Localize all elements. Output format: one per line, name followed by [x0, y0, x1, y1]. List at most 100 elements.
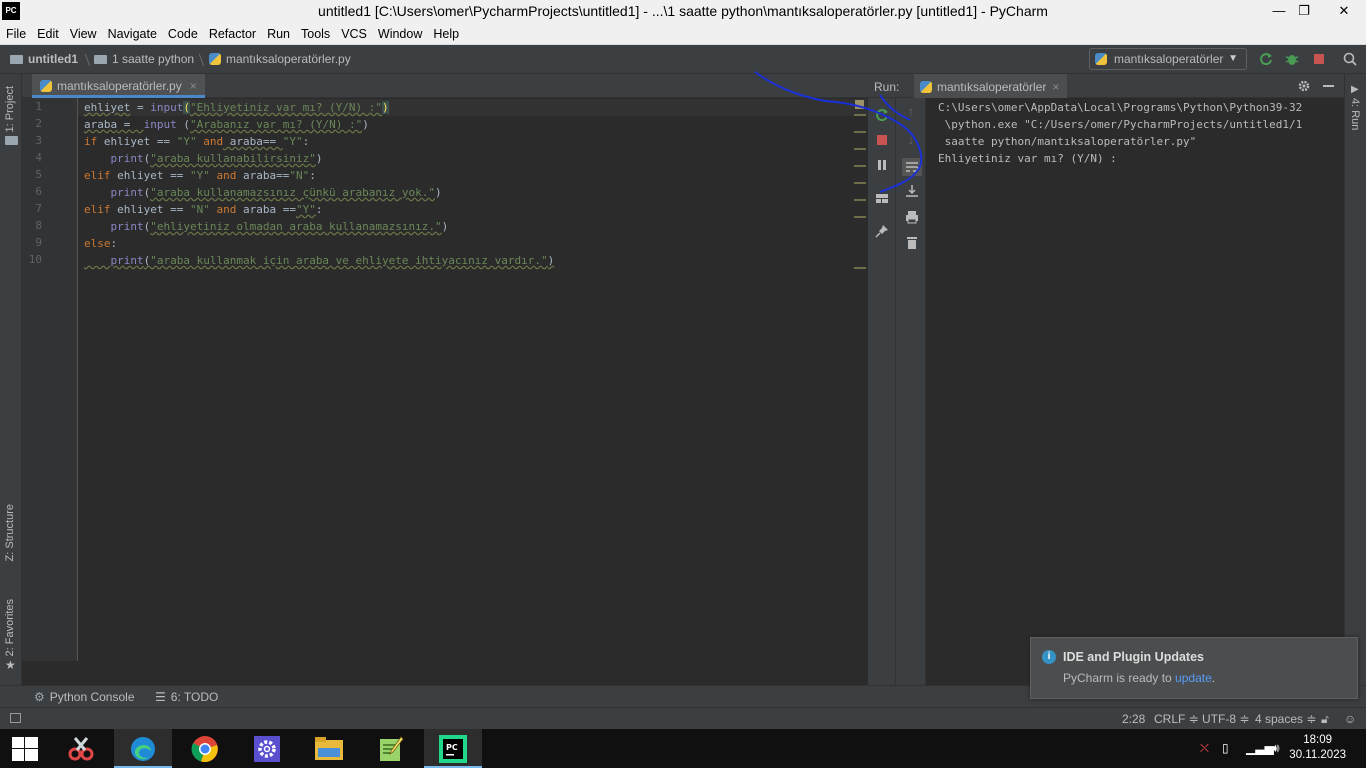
run-tab-label: mantıksaloperatörler	[937, 80, 1047, 94]
maximize-button[interactable]: ❐	[1282, 0, 1326, 23]
indent-select[interactable]: 4 spaces ≑	[1255, 712, 1316, 726]
snipping-tool-app[interactable]	[52, 729, 110, 768]
breadcrumb-project[interactable]: untitled1	[10, 52, 78, 66]
menu-window[interactable]: Window	[372, 23, 427, 41]
code-token: elif	[84, 169, 111, 182]
favorites-tool-tab[interactable]: 2: Favorites	[4, 599, 16, 656]
search-icon[interactable]	[1343, 52, 1357, 66]
project-tool-tab-label: 1: Project	[4, 86, 16, 133]
error-stripe-mark[interactable]	[854, 267, 866, 269]
settings-app[interactable]	[238, 729, 296, 768]
close-tab-icon[interactable]: ×	[190, 79, 197, 93]
edge-browser-app[interactable]	[114, 729, 172, 768]
code-token: araba ==	[236, 203, 296, 216]
code-token: "Y"	[176, 135, 197, 148]
line-number: 10	[28, 253, 42, 266]
code-token: elif	[84, 203, 111, 216]
console-line: saatte python/mantıksaloperatörler.py"	[938, 135, 1197, 148]
menu-tools[interactable]: Tools	[295, 23, 335, 41]
code-token: else	[84, 237, 111, 250]
menu-edit[interactable]: Edit	[31, 23, 64, 41]
gear-icon[interactable]	[1297, 79, 1311, 93]
caret-position[interactable]: 2:28	[1122, 712, 1145, 726]
left-tool-stripe: 1: Project Z: Structure 2: Favorites ★	[0, 74, 22, 685]
menu-run[interactable]: Run	[261, 23, 295, 41]
code-line: else:	[84, 235, 117, 252]
code-token: araba==	[236, 169, 290, 182]
code-token: )	[547, 254, 555, 267]
breadcrumb-folder[interactable]: 1 saatte python	[94, 52, 194, 66]
structure-tool-tab-label: Z: Structure	[4, 504, 16, 562]
rerun-icon[interactable]	[1259, 52, 1273, 66]
line-number: 6	[35, 185, 42, 198]
line-separator-select[interactable]: CRLF ≑	[1154, 712, 1199, 726]
chrome-browser-app[interactable]	[176, 729, 234, 768]
code-token: "Ehliyetiniz var mı? (Y/N) :"	[189, 101, 383, 114]
volume-icon[interactable]: 🔊︎	[1272, 741, 1280, 756]
code-token: =	[117, 118, 144, 131]
windows-start-icon[interactable]	[12, 737, 38, 761]
update-link[interactable]: update	[1175, 671, 1212, 685]
menu-refactor[interactable]: Refactor	[203, 23, 261, 41]
run-console-output[interactable]: C:\Users\omer\AppData\Local\Programs\Pyt…	[926, 98, 1344, 685]
favorites-tool-tab-label: 2: Favorites	[4, 599, 16, 657]
run-configuration-select[interactable]: mantıksaloperatörler ▼	[1089, 48, 1247, 70]
file-explorer-app[interactable]	[300, 729, 358, 768]
chrome-icon	[191, 736, 218, 763]
line-number: 5	[35, 168, 42, 181]
python-console-tab-label: Python Console	[49, 690, 135, 704]
update-notification[interactable]: i IDE and Plugin Updates PyCharm is read…	[1030, 637, 1358, 699]
hide-panel-icon[interactable]	[1323, 85, 1334, 87]
menu-navigate[interactable]: Navigate	[102, 23, 162, 41]
error-stripe-mark[interactable]	[854, 216, 866, 218]
python-file-icon	[40, 80, 52, 92]
close-tab-icon[interactable]: ×	[1052, 80, 1059, 94]
print-icon[interactable]	[902, 208, 922, 226]
trash-icon[interactable]	[902, 234, 922, 252]
breadcrumb-project-label: untitled1	[28, 52, 78, 66]
pin-icon[interactable]	[872, 224, 892, 238]
debug-bug-icon[interactable]	[1285, 52, 1299, 66]
menu-help[interactable]: Help	[427, 23, 464, 41]
menu-bar: File Edit View Navigate Code Refactor Run Tools…	[0, 23, 1366, 45]
toggle-tool-windows-icon[interactable]	[10, 713, 21, 723]
encoding-select[interactable]: UTF-8 ≑	[1202, 712, 1249, 726]
code-token: "Y"	[295, 203, 316, 216]
todo-list-icon: ☰	[155, 690, 166, 704]
code-token: "Y"	[282, 135, 303, 148]
notepad-plus-plus-app[interactable]	[362, 729, 420, 768]
close-button[interactable]: ✕	[1322, 0, 1366, 23]
lock-icon[interactable]: 🔓︎	[1321, 712, 1329, 727]
editor-tab-file[interactable]: mantıksaloperatörler.py ×	[32, 74, 205, 98]
run-configuration-label: mantıksaloperatörler	[1114, 52, 1224, 66]
menu-view[interactable]: View	[64, 23, 102, 41]
code-token: "N"	[189, 203, 210, 216]
todo-tab[interactable]: ☰ 6: TODO	[155, 690, 218, 704]
menu-vcs[interactable]: VCS	[335, 23, 372, 41]
pycharm-app[interactable]: PC	[424, 729, 482, 768]
edge-icon	[131, 737, 155, 761]
line-number: 1	[35, 100, 42, 113]
code-token: :	[309, 169, 316, 182]
system-clock[interactable]: 18:09 30.11.2023	[1289, 733, 1346, 763]
menu-file[interactable]: File	[0, 23, 31, 41]
wifi-signal-icon[interactable]: ▁▃▅	[1246, 741, 1274, 755]
network-error-icon[interactable]: ⛌	[1200, 741, 1209, 756]
inspector-face-icon[interactable]: ☺	[1344, 712, 1356, 726]
line-number: 3	[35, 134, 42, 147]
run-tool-tab[interactable]: 4: Run	[1349, 98, 1361, 130]
code-token: "N"	[289, 169, 310, 182]
code-token: :	[302, 135, 310, 148]
code-token: input	[143, 118, 177, 131]
stop-icon[interactable]	[1312, 52, 1326, 66]
breadcrumb-file[interactable]: mantıksaloperatörler.py	[209, 52, 351, 66]
structure-tool-tab[interactable]: Z: Structure	[4, 504, 16, 561]
code-line: if ehliyet == "Y" and araba== "Y":	[84, 133, 309, 150]
menu-code[interactable]: Code	[162, 23, 203, 41]
status-bar: 2:28 CRLF ≑ UTF-8 ≑ 4 spaces ≑ 🔓︎ ☺	[0, 707, 1366, 729]
python-console-tab[interactable]: ⚙ Python Console	[34, 690, 135, 704]
svg-text:PC: PC	[446, 743, 458, 752]
project-tool-tab[interactable]: 1: Project	[4, 86, 16, 132]
device-icon[interactable]: ▯	[1222, 741, 1229, 755]
